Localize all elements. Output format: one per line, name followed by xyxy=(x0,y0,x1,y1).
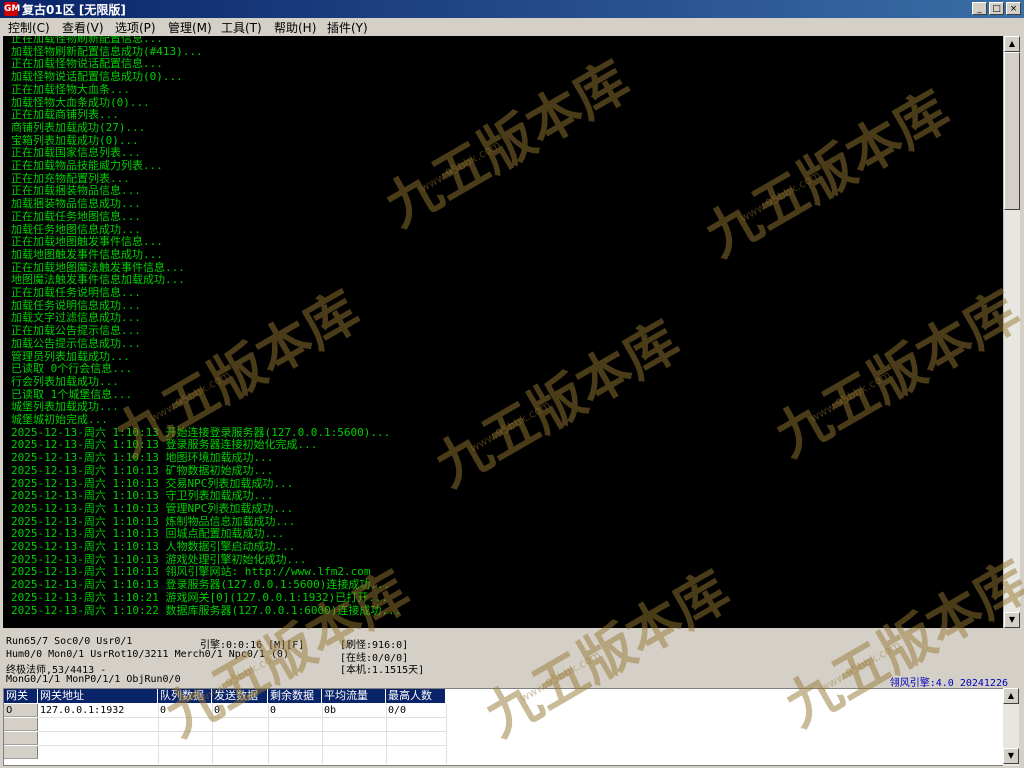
grid-line xyxy=(158,704,159,764)
menu-plugins[interactable]: 插件(Y) xyxy=(327,19,368,36)
menu-manage[interactable]: 管理(M) xyxy=(168,19,212,36)
gate-col-id[interactable]: 网关 xyxy=(4,689,38,703)
grid-line xyxy=(268,704,269,764)
window-title: 复古01区 [无限版] xyxy=(22,3,126,17)
minimize-button[interactable]: _ xyxy=(972,2,987,15)
menu-view[interactable]: 查看(V) xyxy=(62,19,104,36)
gate-row-empty xyxy=(4,732,38,745)
table-scroll-up-icon[interactable]: ▲ xyxy=(1003,688,1019,704)
grid-line xyxy=(38,717,446,718)
menu-control[interactable]: 控制(C) xyxy=(8,19,50,36)
scroll-thumb[interactable] xyxy=(1004,52,1020,210)
status-mon: MonG0/1/1 MonP0/1/1 ObjRun0/0 xyxy=(6,674,181,685)
gate-col-send[interactable]: 发送数据 xyxy=(212,689,268,703)
gate-max-users-cell[interactable]: 0/0 xyxy=(386,704,446,717)
status-run: Run65/7 Soc0/0 Usr0/1 xyxy=(6,636,133,647)
gate-col-address[interactable]: 网关地址 xyxy=(38,689,158,703)
gate-table[interactable]: 网关 网关地址 队列数据 发送数据 剩余数据 平均流量 最高人数 0 127.0… xyxy=(3,688,1019,766)
console-scrollbar[interactable]: ▲ ▼ xyxy=(1003,36,1020,628)
gate-row-id[interactable]: 0 xyxy=(4,704,38,717)
engine-version: 翎风引擎:4.0 20241226 xyxy=(889,678,1008,689)
menu-tools[interactable]: 工具(T) xyxy=(221,19,262,36)
gate-col-avg-flow[interactable]: 平均流量 xyxy=(322,689,386,703)
gate-send-cell[interactable]: 0 xyxy=(212,704,268,717)
close-button[interactable]: × xyxy=(1006,2,1021,15)
gate-avg-flow-cell[interactable]: 0b xyxy=(322,704,386,717)
grid-line xyxy=(38,745,446,746)
gate-col-max-users[interactable]: 最高人数 xyxy=(386,689,446,703)
scroll-up-icon[interactable]: ▲ xyxy=(1004,36,1020,52)
scroll-down-icon[interactable]: ▼ xyxy=(1004,612,1020,628)
console-log[interactable]: 正在加载怪物刷新配置信息... 加载怪物刷新配置信息成功(#413)... 正在加载… xyxy=(3,36,1003,628)
app-icon[interactable]: GM xyxy=(4,2,20,16)
gate-row-empty xyxy=(4,718,38,731)
log-line: 2025-12-13-周六 1:10:22 数据库服务器(127.0.0.1:6… xyxy=(11,603,402,617)
menu-bar: 控制(C) 查看(V) 选项(P) 管理(M) 工具(T) 帮助(H) 插件(Y… xyxy=(0,18,1024,36)
grid-line xyxy=(322,704,323,764)
grid-line xyxy=(38,731,446,732)
gate-queue-cell[interactable]: 0 xyxy=(158,704,212,717)
status-hum: Hum0/0 Mon0/1 UsrRot10/3211 Merch0/1 Npc… xyxy=(6,649,289,660)
menu-options[interactable]: 选项(P) xyxy=(115,19,156,36)
gate-col-remain[interactable]: 剩余数据 xyxy=(268,689,322,703)
grid-line xyxy=(446,704,447,764)
gate-address-cell[interactable]: 127.0.0.1:1932 xyxy=(38,704,158,717)
table-scrollbar[interactable]: ▲ ▼ xyxy=(1003,688,1019,766)
gate-col-queue[interactable]: 队列数据 xyxy=(158,689,212,703)
title-bar: GM 复古01区 [无限版] _ □ × xyxy=(0,0,1024,18)
grid-line xyxy=(386,704,387,764)
status-panel: Run65/7 Soc0/0 Usr0/1 引擎:0:0:16 [M][F] [… xyxy=(0,630,1024,689)
gate-row-empty xyxy=(4,746,38,759)
gate-remain-cell[interactable]: 0 xyxy=(268,704,322,717)
grid-line xyxy=(212,704,213,764)
table-scroll-down-icon[interactable]: ▼ xyxy=(1003,748,1019,764)
menu-help[interactable]: 帮助(H) xyxy=(274,19,316,36)
maximize-button[interactable]: □ xyxy=(989,2,1004,15)
status-local: [本机:1.1515天] xyxy=(340,665,425,676)
